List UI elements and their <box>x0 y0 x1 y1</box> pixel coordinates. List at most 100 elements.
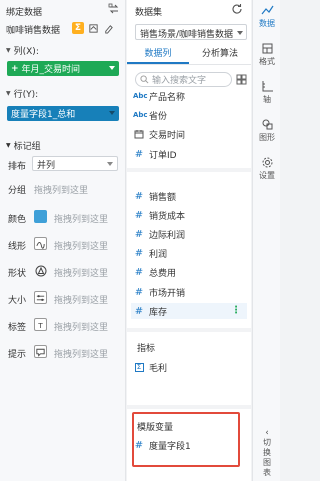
list-item[interactable]: # 总费用 <box>133 264 176 280</box>
field-view-icon[interactable] <box>236 74 247 85</box>
variables-title: 模版变量 <box>137 423 174 433</box>
size-label: 大小 <box>8 296 27 306</box>
tab-data-columns[interactable]: 数据列 <box>127 46 189 64</box>
shape-label: 形状 <box>8 269 27 279</box>
label-label: 标签 <box>8 323 27 333</box>
rows-section: ▼ 行(Y): <box>6 87 38 100</box>
chevron-down-icon[interactable] <box>109 66 115 70</box>
strip-item-label: 数据 <box>259 19 275 28</box>
dataset-panel-title: 数据集 <box>135 8 163 18</box>
search-placeholder: 输入搜索文字 <box>152 76 207 86</box>
marks-section: ▼ 标记组 <box>6 139 41 152</box>
calendar-icon <box>133 129 145 139</box>
color-swatch-icon[interactable] <box>34 210 47 223</box>
field-name: 交易时间 <box>149 130 186 141</box>
size-icon[interactable] <box>34 291 47 304</box>
color-label: 颜色 <box>8 215 27 225</box>
collapse-triangle-icon[interactable]: ▼ <box>6 142 11 149</box>
collapse-triangle-icon[interactable]: ▼ <box>6 47 11 54</box>
strip-item-axis[interactable]: 轴 <box>253 80 281 105</box>
text-type-icon: Abc <box>133 92 148 100</box>
chevron-down-icon[interactable] <box>109 111 115 115</box>
collapse-triangle-icon[interactable]: ▼ <box>6 90 11 97</box>
strip-item-format[interactable]: 格式 <box>253 42 281 67</box>
list-item[interactable]: # 销货成本 <box>133 207 185 223</box>
number-type-icon: # <box>134 266 144 278</box>
arrange-select[interactable]: 并列 <box>32 156 118 171</box>
number-type-icon: # <box>134 209 144 221</box>
dataset-select[interactable]: 销售场景/咖啡销售数据 <box>135 24 247 40</box>
field-name: 边际利润 <box>149 230 186 241</box>
tooltip-drop-zone[interactable]: 拖拽列到这里 <box>54 347 108 360</box>
field-name: 订单ID <box>149 150 177 161</box>
field-name: 库存 <box>149 307 168 318</box>
more-options-icon[interactable]: ⋮ <box>231 305 241 316</box>
list-item[interactable]: Σ 毛利 <box>133 359 167 375</box>
columns-field-label: 年月_交易时间 <box>21 65 81 75</box>
field-name: 度量字段1 <box>149 441 191 452</box>
search-icon <box>140 75 149 84</box>
columns-section: ▼ 列(X): <box>6 44 39 57</box>
field-search-input[interactable]: 输入搜索文字 <box>135 72 232 87</box>
field-name: 总费用 <box>149 268 177 279</box>
strip-item-label: 图形 <box>259 133 275 142</box>
list-item[interactable]: Abc 省份 <box>133 107 167 123</box>
field-name: 产品名称 <box>149 92 186 103</box>
shape-drop-zone[interactable]: 拖拽列到这里 <box>54 266 108 279</box>
property-strip: 数据 格式 轴 图形 设置 ‹ 切换图表 <box>252 0 280 481</box>
color-drop-zone[interactable]: 拖拽列到这里 <box>54 212 108 225</box>
line-shape-label: 线形 <box>8 242 27 252</box>
list-item[interactable]: # 度量字段1 <box>133 437 191 453</box>
swap-icon[interactable] <box>108 3 120 15</box>
sort-icon[interactable] <box>87 22 99 34</box>
columns-field-pill[interactable]: + 年月_交易时间 <box>7 61 119 76</box>
line-shape-drop-zone[interactable]: 拖拽列到这里 <box>54 239 108 252</box>
divider <box>127 168 251 172</box>
gear-icon <box>262 157 272 168</box>
format-icon <box>262 43 272 54</box>
sum-icon[interactable]: Σ <box>72 22 84 34</box>
strip-item-graphics[interactable]: 图形 <box>253 118 281 143</box>
number-type-icon: # <box>134 190 144 202</box>
chart-line-icon <box>261 5 273 15</box>
size-drop-zone[interactable]: 拖拽列到这里 <box>54 293 108 306</box>
field-name: 销货成本 <box>149 211 186 222</box>
rows-label: 行(Y): <box>13 90 39 100</box>
binding-panel: 绑定数据 咖啡销售数据 Σ ▼ 列(X): + 年月_交易时间 ▼ 行(Y): … <box>0 0 126 481</box>
tab-analysis-algorithms[interactable]: 分析算法 <box>189 46 251 64</box>
rows-field-pill[interactable]: 度量字段1_总和 <box>7 106 119 121</box>
label-icon[interactable]: T <box>34 318 47 331</box>
refresh-icon[interactable] <box>231 3 243 15</box>
toggle-chart-label: 切换图表 <box>263 438 271 477</box>
list-item[interactable]: # 利润 <box>133 245 167 261</box>
field-name: 销售额 <box>149 192 177 203</box>
indicators-title: 指标 <box>137 344 156 354</box>
field-name: 市场开销 <box>149 288 186 299</box>
toggle-chart-button[interactable]: ‹ 切换图表 <box>253 428 281 478</box>
dataset-tabs: 数据列 分析算法 <box>127 46 251 64</box>
field-name: 毛利 <box>149 363 168 374</box>
group-drop-zone[interactable]: 拖拽列到这里 <box>34 183 88 196</box>
list-item[interactable]: # 市场开销 <box>133 284 185 300</box>
line-shape-icon[interactable] <box>34 237 47 250</box>
tooltip-icon[interactable] <box>34 345 47 358</box>
shape-icon[interactable] <box>34 264 47 277</box>
chevron-down-icon <box>107 162 113 166</box>
arrange-value: 并列 <box>37 161 56 171</box>
list-item[interactable]: # 销售额 <box>133 188 176 204</box>
number-type-icon: # <box>134 228 144 240</box>
list-item[interactable]: Abc 产品名称 <box>133 88 185 104</box>
clear-icon[interactable] <box>102 22 114 34</box>
columns-label: 列(X): <box>13 47 39 57</box>
strip-item-data[interactable]: 数据 <box>253 4 281 29</box>
list-item[interactable]: # 边际利润 <box>133 226 185 242</box>
list-item[interactable]: # 订单ID <box>133 146 177 162</box>
number-type-icon: # <box>134 148 144 160</box>
strip-item-label: 轴 <box>263 95 271 104</box>
strip-item-settings[interactable]: 设置 <box>253 156 281 181</box>
plus-icon: + <box>11 63 19 74</box>
label-drop-zone[interactable]: 拖拽列到这里 <box>54 320 108 333</box>
strip-item-label: 格式 <box>259 57 275 66</box>
list-item[interactable]: 交易时间 <box>133 126 185 142</box>
list-item-selected[interactable]: # 库存 ⋮ <box>131 303 247 319</box>
